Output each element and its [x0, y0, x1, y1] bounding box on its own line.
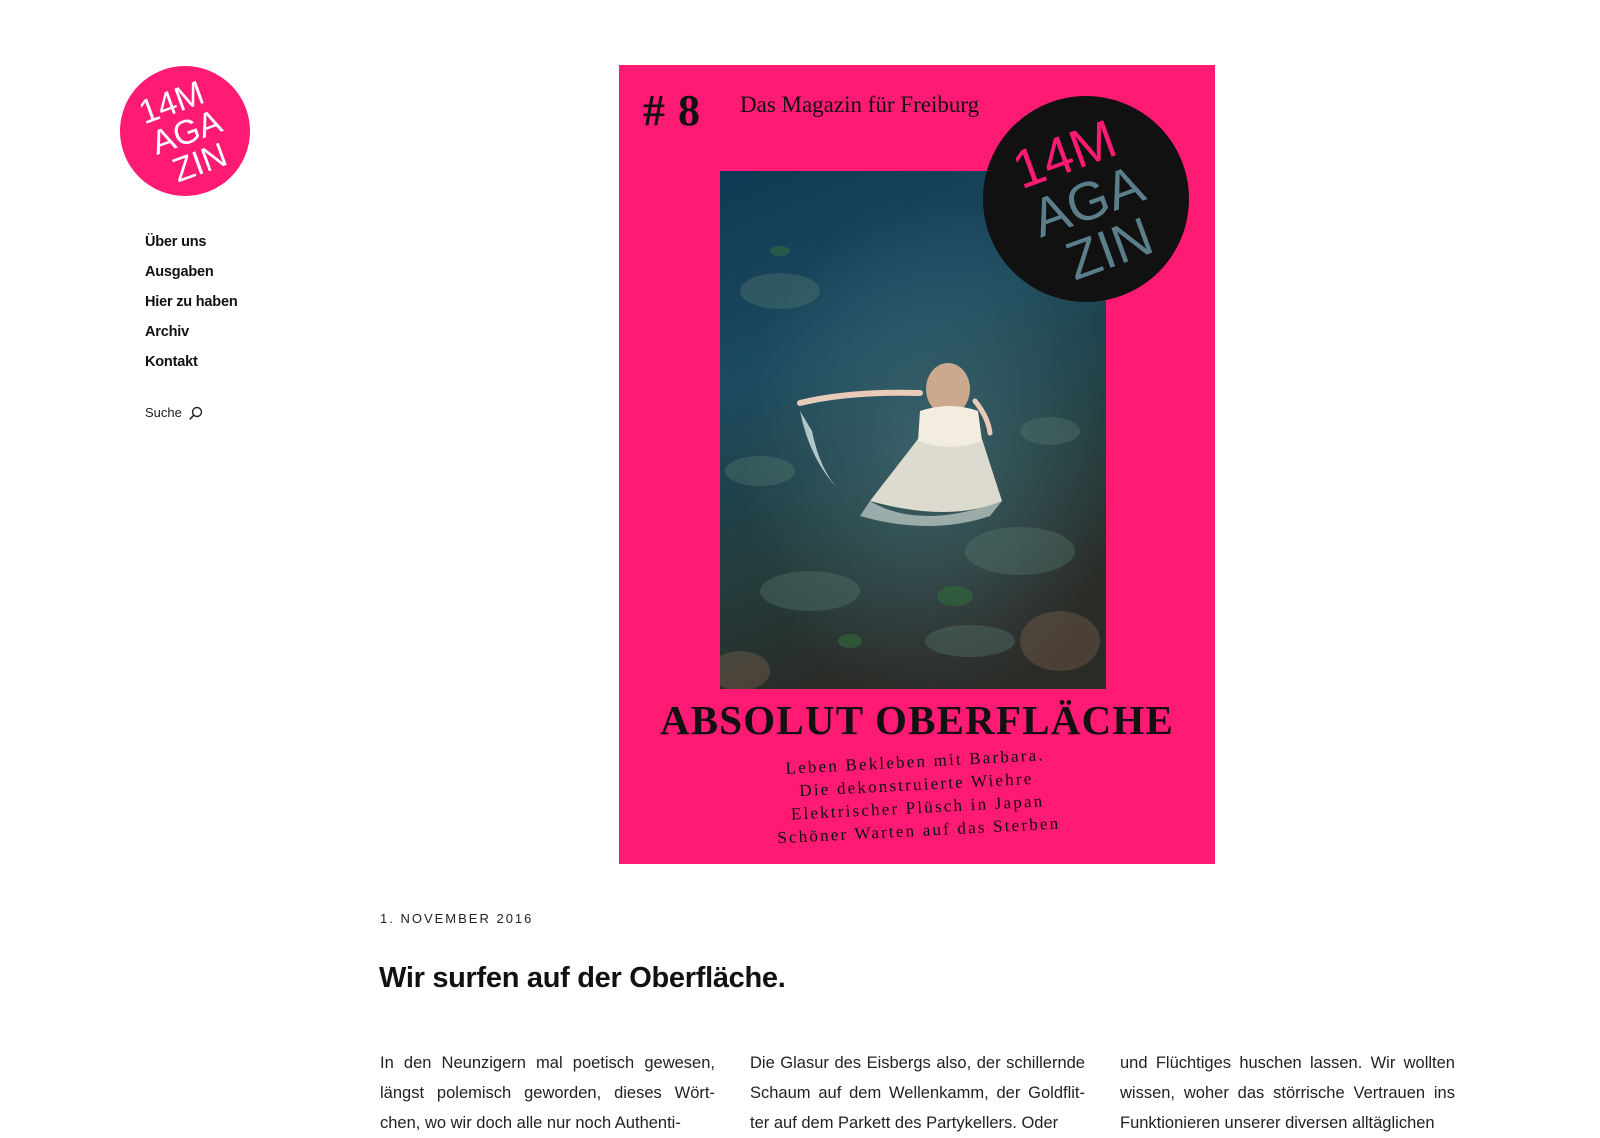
main-nav: Über uns Ausgaben Hier zu haben Archiv K…: [145, 232, 238, 382]
nav-link-ausgaben[interactable]: Ausgaben: [145, 264, 214, 280]
cover-tagline: Das Magazin für Freiburg: [740, 92, 980, 117]
nav-item-ausgaben: Ausgaben: [145, 262, 237, 292]
article-column: und Flüchtiges huschen lassen. Wir wollt…: [1120, 1054, 1455, 1132]
nav-item-ueber-uns: Über uns: [145, 232, 237, 262]
search-label: Suche: [145, 405, 182, 420]
nav-item-kontakt: Kontakt: [145, 352, 237, 382]
article-column: Die Glasur des Eisbergs also, der schill…: [750, 1054, 1085, 1132]
nav-link-ueber-uns[interactable]: Über uns: [145, 234, 206, 250]
nav-link-archiv[interactable]: Archiv: [145, 324, 189, 340]
site-logo[interactable]: 14M AGA ZIN: [120, 66, 250, 196]
nav-item-archiv: Archiv: [145, 322, 237, 352]
logo-mark: 14M AGA ZIN: [120, 66, 250, 196]
cover-teasers: Leben Bekleben mit Barbara. Die dekonstr…: [619, 734, 1215, 857]
post-title[interactable]: Wir surfen auf der Oberfläche.: [379, 962, 786, 995]
cover-image[interactable]: # 8 Das Magazin für Freiburg 14M AGA ZIN…: [619, 65, 1215, 864]
cover-logo: 14M AGA ZIN: [983, 96, 1189, 302]
nav-item-hier-zu-haben: Hier zu haben: [145, 292, 238, 322]
nav-link-kontakt[interactable]: Kontakt: [145, 354, 198, 370]
article-columns: In den Neunzigern mal poetisch gewesen, …: [380, 1048, 1455, 1138]
article-column: In den Neunzigern mal poetisch gewesen, …: [380, 1054, 715, 1132]
nav-link-hier-zu-haben[interactable]: Hier zu haben: [145, 294, 238, 310]
cover-issue-number: # 8: [643, 86, 701, 135]
search-icon: [189, 406, 203, 420]
post-date: 1. November 2016: [380, 911, 534, 926]
search-toggle[interactable]: Suche: [145, 405, 203, 420]
cover-headline: ABSOLUT OBERFLÄCHE: [659, 697, 1175, 743]
